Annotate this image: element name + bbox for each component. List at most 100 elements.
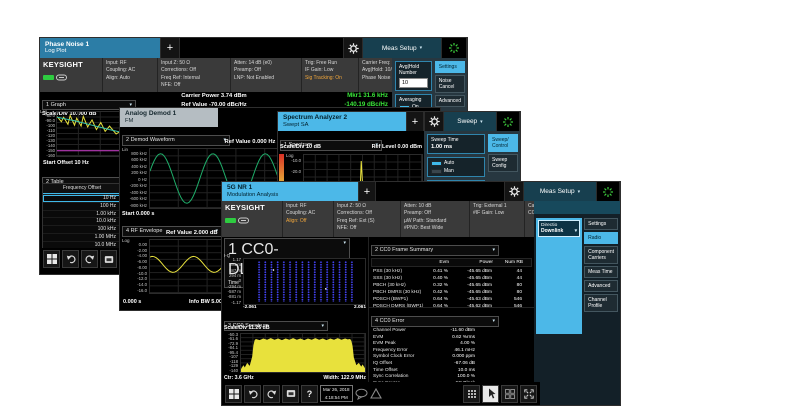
settings-gear-button[interactable] bbox=[424, 112, 444, 131]
menu-rail-tab[interactable]: Meas Time bbox=[584, 266, 618, 278]
keysight-logo-cell: KEYSIGHT bbox=[222, 201, 282, 237]
tab-subtitle: FM bbox=[125, 118, 213, 125]
menu-rail-tab[interactable]: Sweep/ Control bbox=[488, 134, 518, 152]
table-row[interactable]: 1.00 MHz bbox=[43, 233, 121, 241]
add-tab-button[interactable]: + bbox=[406, 112, 424, 131]
table-row[interactable]: 100 Hz bbox=[43, 202, 121, 210]
y-tick: -10.0 bbox=[120, 272, 147, 276]
channel-name[interactable]: PBCH DMRS (30 kHz) bbox=[371, 289, 429, 296]
y-tick: -14.0 bbox=[120, 283, 147, 287]
meas-setup-menu-button[interactable]: Meas Setup▾ bbox=[363, 38, 441, 58]
help-button[interactable]: ? bbox=[301, 385, 318, 403]
man-label[interactable]: Man bbox=[444, 168, 454, 174]
tab-5g-nr[interactable]: 5G NR 1 Modulation Analysis bbox=[222, 182, 358, 201]
message-bubble-icon[interactable] bbox=[355, 388, 368, 400]
frame-summary-dropdown[interactable]: 2 CC0 Frame Summary▾ bbox=[371, 245, 499, 256]
menu-rail-tab[interactable]: Radio bbox=[584, 232, 618, 244]
settings-gear-button[interactable] bbox=[343, 38, 363, 58]
evm-value: 0.41 % bbox=[429, 268, 451, 275]
redo-button[interactable] bbox=[263, 385, 280, 403]
menu-rail-tab[interactable]: Advanced bbox=[584, 280, 618, 292]
table-row[interactable]: 10 Hz bbox=[43, 194, 121, 202]
tab-phase-noise[interactable]: Phase Noise 1 Log Plot bbox=[40, 38, 160, 58]
info-line: Input Z: 50 Ω bbox=[337, 203, 397, 210]
apps-grid-button[interactable] bbox=[463, 385, 480, 403]
info-line: Carrier Freq: 1.000008268 GHz bbox=[362, 60, 389, 67]
direction-dropdown[interactable]: Directio Downlink▾ bbox=[538, 220, 580, 237]
table-row[interactable]: 10.0 kHz bbox=[43, 217, 121, 225]
screen-image-button[interactable] bbox=[282, 385, 299, 403]
iq-constellation-plot[interactable] bbox=[243, 258, 366, 305]
clock-widget[interactable]: Mar 26, 2018 4:18:54 PM bbox=[320, 385, 353, 402]
table-row[interactable]: 1.00 kHz bbox=[43, 210, 121, 218]
touch-pointer-button[interactable] bbox=[482, 385, 499, 403]
sweep-time-control[interactable]: Sweep Time 1.00 ms bbox=[427, 134, 485, 154]
y-tick: 400 kHz bbox=[120, 165, 147, 169]
sweep-time-auto-man-toggle[interactable]: Auto Man bbox=[427, 157, 485, 177]
cc0-spectrum-plot[interactable] bbox=[240, 333, 366, 373]
table-row[interactable]: 100 kHz bbox=[43, 225, 121, 233]
settings-gear-button[interactable] bbox=[504, 182, 524, 201]
channel-name[interactable]: SSS (30 kHz) bbox=[371, 275, 429, 282]
avg-hold-number-control[interactable]: Avg|Hold Number 10 bbox=[395, 61, 432, 91]
qam-constellation-dots bbox=[256, 261, 353, 302]
error-summary-dropdown[interactable]: 4 CC0 Error▾ bbox=[371, 316, 499, 327]
iq-constellation-graph[interactable]: 1.17881 m587 m294 m0-294 m-587 m-881 m-1… bbox=[222, 258, 368, 305]
error-metric-name: IQ Offset bbox=[371, 361, 431, 368]
power-value: -45.65 dBm bbox=[451, 275, 495, 282]
error-metric-name: Sync Correlation bbox=[371, 374, 431, 381]
frequency-offset-table: Frequency Offset 10 Hz100 Hz1.00 kHz10.0… bbox=[42, 183, 122, 257]
info-line: Carrier Ref Freq: 3.600000000 GHz bbox=[528, 203, 531, 210]
channel-name[interactable]: PDSCH (BWP1) bbox=[371, 296, 429, 303]
add-tab-button[interactable]: + bbox=[160, 38, 180, 58]
y-tick: -2.00 bbox=[120, 249, 147, 253]
marker1-freq-readout: Mkr1 31.6 kHz bbox=[288, 92, 388, 101]
system-status-button[interactable] bbox=[496, 112, 520, 131]
sweep-menu-button[interactable]: Sweep▾ bbox=[444, 112, 496, 131]
undo-button[interactable] bbox=[244, 385, 261, 403]
windows-start-button[interactable] bbox=[43, 250, 60, 268]
fullscreen-button[interactable] bbox=[520, 385, 537, 403]
menu-rail-tab[interactable]: Sweep Config bbox=[488, 154, 518, 172]
control-label: Sweep Time bbox=[431, 137, 481, 143]
tab-analog-demod[interactable]: Analog Demod 1 FM bbox=[120, 108, 218, 127]
info-atten-col: Atten: 14 dB (e0)Preamp: OffLNP: Not Ena… bbox=[231, 58, 301, 92]
screen-image-button[interactable] bbox=[100, 250, 117, 268]
info-line: #IF Gain: Low bbox=[473, 210, 521, 217]
error-metric-name: EVM Peak bbox=[371, 341, 431, 348]
menu-rail-tab[interactable]: Settings bbox=[584, 218, 618, 230]
info-line: Avg|Hold: 10/10 bbox=[362, 67, 389, 74]
menu-rail-tab[interactable]: Advanced bbox=[435, 95, 465, 107]
redo-button[interactable] bbox=[81, 250, 98, 268]
scale-div-readout: Scale/Div 10 dB bbox=[280, 144, 321, 150]
system-status-button[interactable] bbox=[596, 182, 620, 201]
chevron-down-icon: ▾ bbox=[492, 318, 495, 324]
view-label: 1 Graph bbox=[46, 102, 66, 109]
meas-setup-menu-button[interactable]: Meas Setup▾ bbox=[524, 182, 596, 201]
numrb-value: 44 bbox=[495, 275, 525, 282]
window-arrange-button[interactable] bbox=[501, 385, 518, 403]
channel-name[interactable]: PSS (30 kHz) bbox=[371, 268, 429, 275]
windows-start-button[interactable] bbox=[225, 385, 242, 403]
chevron-down-icon: ▾ bbox=[578, 189, 581, 195]
gear-icon bbox=[509, 186, 520, 197]
control-label: Averaging bbox=[399, 97, 428, 103]
table-column-header: Frequency Offset bbox=[43, 184, 121, 194]
menu-rail-tab[interactable]: Component Carriers bbox=[584, 246, 618, 264]
tab-spectrum-analyzer[interactable]: Spectrum Analyzer 2 Swept SA bbox=[278, 112, 406, 131]
menu-rail-tab[interactable]: Noise Cancel bbox=[435, 75, 465, 93]
system-status-button[interactable] bbox=[441, 38, 467, 58]
power-value: -45.65 dBm bbox=[451, 282, 495, 289]
menu-rail-tab[interactable]: Channel Profile bbox=[584, 294, 618, 312]
auto-label[interactable]: Auto bbox=[444, 160, 454, 166]
evm-value: 0.42 % bbox=[429, 289, 451, 296]
alert-triangle-icon[interactable] bbox=[370, 388, 382, 399]
menu-breadcrumb-bar bbox=[534, 201, 620, 214]
menu-rail-tab[interactable]: Settings bbox=[435, 61, 465, 73]
cc0-spectrum-graph[interactable]: -50.3-61.6-72.9-84.1-95.4-107-118-129-14… bbox=[222, 332, 368, 374]
avg-hold-number-input[interactable]: 10 bbox=[399, 78, 428, 88]
add-tab-button[interactable]: + bbox=[358, 182, 376, 201]
frame-col-power: Power bbox=[452, 259, 496, 266]
undo-button[interactable] bbox=[62, 250, 79, 268]
channel-name[interactable]: PBCH (30 kHz) bbox=[371, 282, 429, 289]
